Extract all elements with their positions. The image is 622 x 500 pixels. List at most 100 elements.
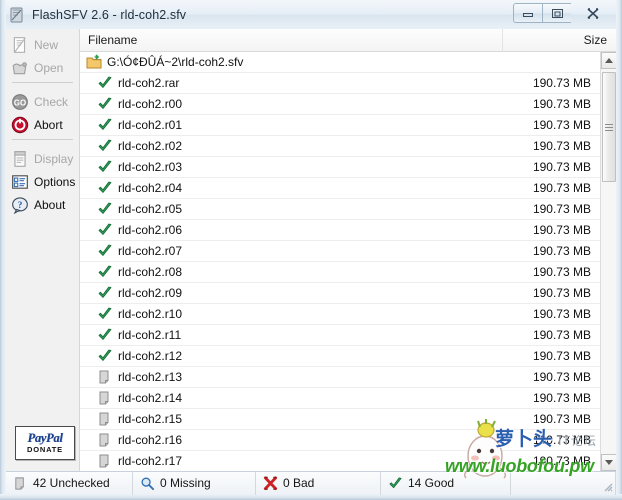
good-check-icon xyxy=(98,118,112,130)
table-row[interactable]: rld-coh2.rar 190.73 MB xyxy=(80,73,600,94)
good-check-icon xyxy=(98,139,112,151)
sidebar-item-label: Abort xyxy=(34,117,63,132)
good-check-icon xyxy=(389,477,402,488)
table-row[interactable]: rld-coh2.r09 190.73 MB xyxy=(80,283,600,304)
minimize-button[interactable] xyxy=(513,3,542,23)
sidebar-item-open: Open xyxy=(6,56,79,79)
window-title: FlashSFV 2.6 - rld-coh2.sfv xyxy=(32,7,187,22)
filename-label: rld-coh2.r12 xyxy=(118,349,183,363)
table-row[interactable]: rld-coh2.r16 190.73 MB xyxy=(80,430,600,451)
paypal-brand-label: PayPal xyxy=(27,430,63,445)
cell-filename: rld-coh2.r09 xyxy=(80,285,503,301)
filename-label: rld-coh2.r06 xyxy=(118,223,183,237)
application-window: FlashSFV 2.6 - rld-coh2.sfv New Open GO … xyxy=(0,0,622,500)
filename-label: rld-coh2.rar xyxy=(118,76,180,90)
open-icon xyxy=(12,61,27,74)
filename-label: rld-coh2.r16 xyxy=(118,433,183,447)
good-check-icon xyxy=(98,286,112,298)
table-row[interactable]: rld-coh2.r02 190.73 MB xyxy=(80,136,600,157)
table-row[interactable]: rld-coh2.r00 190.73 MB xyxy=(80,94,600,115)
filename-label: rld-coh2.r04 xyxy=(118,181,183,195)
title-bar[interactable]: FlashSFV 2.6 - rld-coh2.sfv xyxy=(0,0,622,29)
table-row[interactable]: rld-coh2.r11 190.73 MB xyxy=(80,325,600,346)
options-icon xyxy=(12,174,28,189)
scroll-up-icon xyxy=(605,58,613,63)
cell-size: 190.73 MB xyxy=(532,391,591,405)
sidebar-item-display: Display xyxy=(6,147,79,170)
sidebar-group: Display Options? About xyxy=(6,143,79,216)
status-panel-3: 14 Good xyxy=(381,471,511,495)
good-check-icon xyxy=(98,97,112,109)
abort-icon xyxy=(11,116,29,133)
table-row[interactable]: rld-coh2.r01 190.73 MB xyxy=(80,115,600,136)
filename-label: rld-coh2.r03 xyxy=(118,160,183,174)
cell-filename: rld-coh2.r08 xyxy=(80,264,503,280)
good-check-icon xyxy=(98,223,112,235)
cell-size: 190.73 MB xyxy=(532,160,591,174)
filename-label: rld-coh2.r09 xyxy=(118,286,183,300)
cell-size: 190.73 MB xyxy=(532,97,591,111)
sidebar: New Open GO Check Abort Display Options? About … xyxy=(6,29,80,471)
table-row[interactable]: rld-coh2.r10 190.73 MB xyxy=(80,304,600,325)
list-header: Filename Size xyxy=(80,29,616,52)
sfv-path-row[interactable]: G:\Ó¢ÐÛÁ~2\rld-coh2.sfv xyxy=(80,52,600,73)
scrollbar-thumb[interactable] xyxy=(602,72,616,182)
filename-label: rld-coh2.r01 xyxy=(118,118,183,132)
cell-filename: rld-coh2.r06 xyxy=(80,222,503,238)
unchecked-file-icon xyxy=(99,391,109,405)
minimize-icon xyxy=(523,13,533,17)
filename-label: rld-coh2.r10 xyxy=(118,307,183,321)
table-row[interactable]: rld-coh2.r14 190.73 MB xyxy=(80,388,600,409)
table-row[interactable]: rld-coh2.r07 190.73 MB xyxy=(80,241,600,262)
table-row[interactable]: rld-coh2.r03 190.73 MB xyxy=(80,157,600,178)
restore-button[interactable] xyxy=(542,3,571,23)
folder-sfv-icon xyxy=(86,54,102,69)
restore-icon xyxy=(551,8,563,18)
table-row[interactable]: rld-coh2.r08 190.73 MB xyxy=(80,262,600,283)
table-row[interactable]: rld-coh2.r17 190.73 MB xyxy=(80,451,600,471)
about-icon: ? xyxy=(12,196,28,214)
sidebar-item-options[interactable]: Options xyxy=(6,170,79,193)
column-header-filename[interactable]: Filename xyxy=(80,29,503,52)
table-row[interactable]: rld-coh2.r05 190.73 MB xyxy=(80,199,600,220)
close-button[interactable] xyxy=(571,3,614,23)
table-row[interactable]: rld-coh2.r04 190.73 MB xyxy=(80,178,600,199)
cell-filename: rld-coh2.r14 xyxy=(80,390,503,406)
vertical-scrollbar[interactable] xyxy=(600,52,616,471)
scroll-up-button[interactable] xyxy=(601,52,616,69)
resize-grip-icon[interactable] xyxy=(601,480,613,492)
sidebar-item-about[interactable]: ? About xyxy=(6,193,79,216)
cell-filename: rld-coh2.r17 xyxy=(80,453,503,469)
file-list-panel: Filename Size G:\Ó¢ÐÛÁ~2\rld-coh2.sfv rld… xyxy=(80,29,616,471)
cell-filename: rld-coh2.r05 xyxy=(80,201,503,217)
cell-size: 190.73 MB xyxy=(532,181,591,195)
unchecked-file-icon xyxy=(99,454,109,468)
window-body: New Open GO Check Abort Display Options? About … xyxy=(6,29,616,471)
cell-size: 190.73 MB xyxy=(532,328,591,342)
cell-filename: rld-coh2.r16 xyxy=(80,432,503,448)
status-panel-0: 42 Unchecked xyxy=(6,471,133,495)
paypal-donate-button[interactable]: PayPal DONATE xyxy=(15,426,75,460)
column-header-size[interactable]: Size xyxy=(503,29,616,52)
table-row[interactable]: rld-coh2.r15 190.73 MB xyxy=(80,409,600,430)
display-icon xyxy=(14,150,26,167)
good-check-icon xyxy=(98,307,112,319)
cell-filename: rld-coh2.r03 xyxy=(80,159,503,175)
file-list-rows[interactable]: G:\Ó¢ÐÛÁ~2\rld-coh2.sfv rld-coh2.rar 190.7… xyxy=(80,52,600,471)
cell-filename: rld-coh2.r12 xyxy=(80,348,503,364)
cell-filename: rld-coh2.r15 xyxy=(80,411,503,427)
status-panel-1: 0 Missing xyxy=(133,471,256,495)
sidebar-item-label: About xyxy=(34,197,66,212)
good-check-icon xyxy=(98,328,112,340)
good-check-icon xyxy=(98,265,112,277)
cell-filename: rld-coh2.rar xyxy=(80,75,503,91)
scroll-down-button[interactable] xyxy=(601,454,616,471)
status-label: 0 Bad xyxy=(283,476,315,490)
good-check-icon xyxy=(98,160,112,172)
table-row[interactable]: rld-coh2.r06 190.73 MB xyxy=(80,220,600,241)
cell-filename: rld-coh2.r10 xyxy=(80,306,503,322)
table-row[interactable]: rld-coh2.r12 190.73 MB xyxy=(80,346,600,367)
cell-filename: rld-coh2.r13 xyxy=(80,369,503,385)
table-row[interactable]: rld-coh2.r13 190.73 MB xyxy=(80,367,600,388)
sidebar-item-abort[interactable]: Abort xyxy=(6,113,79,136)
